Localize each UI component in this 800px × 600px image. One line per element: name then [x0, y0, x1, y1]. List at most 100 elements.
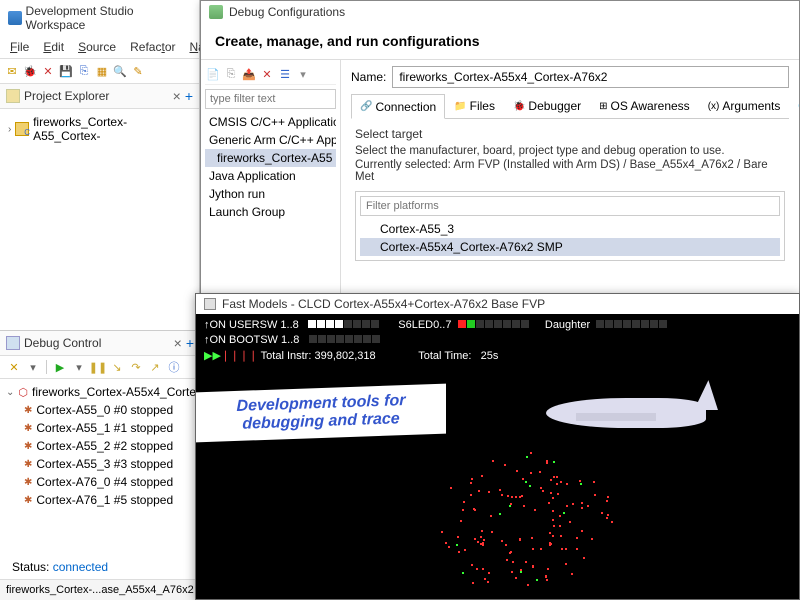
tab-connection[interactable]: 🔗Connection — [351, 94, 445, 119]
thread-item[interactable]: ✱Cortex-A76_1 #5 stopped — [4, 491, 196, 509]
config-item[interactable]: Java Application — [205, 167, 336, 185]
usersw-label: ↑ON USERSW 1..8 — [204, 319, 299, 331]
name-input[interactable] — [392, 66, 789, 88]
save-all-icon[interactable]: ⎘ — [76, 63, 92, 79]
bug-icon[interactable]: 🐞 — [22, 63, 38, 79]
step-into-icon[interactable]: ↘ — [109, 359, 125, 375]
debug-control-panel: Debug Control × + ✕ ▾ ▶ ▾ ❚❚ ↘ ↷ ↗ ⓘ ⌄ ⬡… — [0, 330, 200, 560]
tab-debugger[interactable]: 🐞Debugger — [504, 94, 590, 118]
disconnect-icon[interactable]: ✕ — [40, 63, 56, 79]
collapse-all-icon[interactable]: ▾ — [295, 66, 311, 82]
platform-item[interactable]: Cortex-A55x4_Cortex-A76x2 SMP — [360, 238, 780, 256]
current-selection-text: Currently selected: Arm FVP (Installed w… — [355, 159, 785, 183]
tab-os-awareness[interactable]: ⊞ OS Awareness — [590, 94, 699, 118]
tab-label: Debugger — [528, 99, 581, 113]
dialog-title-bar: Debug Configurations — [201, 1, 799, 23]
project-explorer-title: Project Explorer — [24, 89, 109, 103]
config-list: CMSIS C/C++ ApplicatioGeneric Arm C/C++ … — [205, 113, 336, 221]
tab-icon: ⊞ — [599, 101, 607, 112]
thread-label: Cortex-A55_2 #2 stopped — [36, 439, 173, 453]
plus-icon[interactable]: + — [186, 335, 194, 351]
tab-arguments[interactable]: (x)Arguments — [699, 94, 790, 118]
filter-text-input[interactable] — [205, 89, 336, 109]
collapse-arrow-icon[interactable]: ⌄ — [6, 387, 14, 398]
dialog-main: Name: 🔗Connection📁Files🐞Debugger⊞OS Awar… — [341, 60, 799, 298]
step-out-icon[interactable]: ↗ — [147, 359, 163, 375]
new-icon[interactable]: ✉ — [4, 63, 20, 79]
tab-icon: 🔗 — [360, 101, 372, 112]
new-config-icon[interactable]: 📄 — [205, 66, 221, 82]
tab-label: OS Awareness — [611, 99, 690, 113]
fast-models-title-bar[interactable]: Fast Models - CLCD Cortex-A55x4+Cortex-A… — [196, 294, 799, 314]
config-item[interactable]: Jython run — [205, 185, 336, 203]
thread-item[interactable]: ✱Cortex-A55_1 #1 stopped — [4, 419, 196, 437]
config-item[interactable]: fireworks_Cortex-A55 — [205, 149, 336, 167]
chevron-down-icon[interactable]: ▾ — [25, 359, 41, 375]
banner-text: Development tools for debugging and trac… — [196, 391, 446, 435]
ide-title-bar: Development Studio Workspace — [0, 0, 199, 36]
tab-label: Connection — [375, 100, 436, 114]
core-icon: ✱ — [24, 459, 32, 470]
fast-models-visual: Development tools for debugging and trac… — [196, 368, 799, 588]
platform-filter-input[interactable] — [360, 196, 780, 216]
ide-title: Development Studio Workspace — [26, 4, 191, 32]
fast-models-console: ↑ON USERSW 1..8 S6LED0..7 Daughter ↑ON B… — [196, 314, 799, 368]
config-item[interactable]: CMSIS C/C++ Applicatio — [205, 113, 336, 131]
tab-files[interactable]: 📁Files — [445, 94, 504, 118]
dialog-header: Create, manage, and run configurations — [201, 23, 799, 60]
config-item[interactable]: Launch Group — [205, 203, 336, 221]
suspend-icon[interactable]: ❚❚ — [90, 359, 106, 375]
close-icon[interactable]: × — [173, 88, 181, 104]
bottom-bar: fireworks_Cortex-...ase_A55x4_A76x2 — [0, 579, 200, 600]
menu-source[interactable]: Source — [72, 38, 122, 56]
debug-tree: ⌄ ⬡ fireworks_Cortex-A55x4_Corte ✱Cortex… — [0, 379, 200, 513]
debug-root[interactable]: ⌄ ⬡ fireworks_Cortex-A55x4_Corte — [4, 383, 196, 401]
status-label: Status: — [12, 560, 49, 574]
step-over-icon[interactable]: ↷ — [128, 359, 144, 375]
tab-label: Files — [470, 99, 495, 113]
thread-item[interactable]: ✱Cortex-A55_0 #0 stopped — [4, 401, 196, 419]
select-target-text: Select the manufacturer, board, project … — [355, 145, 785, 157]
project-tree: › C fireworks_Cortex-A55_Cortex- — [0, 109, 199, 149]
filter-icon[interactable]: ☰ — [277, 66, 293, 82]
dialog-sidebar: 📄 ⎘ 📤 ✕ ☰ ▾ CMSIS C/C++ ApplicatioGeneri… — [201, 60, 341, 298]
menu-edit[interactable]: Edit — [37, 38, 70, 56]
tab-icon: (x) — [708, 101, 720, 112]
close-icon[interactable]: × — [174, 335, 182, 351]
thread-item[interactable]: ✱ Cortex-A55_2 #2 stopped — [4, 437, 196, 455]
fast-models-icon — [204, 298, 216, 310]
project-explorer-header: Project Explorer × + — [0, 84, 199, 109]
connect-icon[interactable]: ✕ — [6, 359, 22, 375]
search-icon[interactable]: 🔍 — [112, 63, 128, 79]
tool-icon[interactable]: ▦ — [94, 63, 110, 79]
s6led-label: S6LED0..7 — [398, 319, 451, 331]
platform-item[interactable]: Cortex-A55_3 — [360, 220, 780, 238]
select-target-label: Select target — [355, 127, 785, 141]
expand-arrow-icon[interactable]: › — [8, 124, 11, 135]
tab-icon: 🐞 — [513, 101, 525, 112]
banner: Development tools for debugging and trac… — [196, 384, 446, 443]
thread-item[interactable]: ✱Cortex-A76_0 #4 stopped — [4, 473, 196, 491]
project-item-label: fireworks_Cortex-A55_Cortex- — [33, 115, 191, 143]
plus-icon[interactable]: + — [185, 88, 193, 104]
delete-icon[interactable]: ✕ — [259, 66, 275, 82]
project-item[interactable]: › C fireworks_Cortex-A55_Cortex- — [4, 113, 195, 145]
project-explorer-icon — [6, 89, 20, 103]
wand-icon[interactable]: ✎ — [130, 63, 146, 79]
export-icon[interactable]: 📤 — [241, 66, 257, 82]
dialog-tabs: 🔗Connection📁Files🐞Debugger⊞OS Awareness(… — [351, 94, 789, 119]
duplicate-icon[interactable]: ⎘ — [223, 66, 239, 82]
menu-file[interactable]: File — [4, 38, 35, 56]
tab-label: Arguments — [722, 99, 780, 113]
core-icon: ✱ — [24, 441, 32, 452]
chevron-down-icon[interactable]: ▾ — [71, 359, 87, 375]
menu-refactor[interactable]: Refactor — [124, 38, 181, 56]
step-mode-icon[interactable]: ⓘ — [166, 359, 182, 375]
config-item[interactable]: Generic Arm C/C++ App — [205, 131, 336, 149]
thread-item[interactable]: ✱Cortex-A55_3 #3 stopped — [4, 455, 196, 473]
ds-icon — [8, 11, 22, 25]
resume-icon[interactable]: ▶ — [52, 359, 68, 375]
save-icon[interactable]: 💾 — [58, 63, 74, 79]
total-instr-label: Total Instr: — [261, 350, 312, 362]
tab-environm[interactable]: 🌐Environm — [789, 94, 799, 118]
